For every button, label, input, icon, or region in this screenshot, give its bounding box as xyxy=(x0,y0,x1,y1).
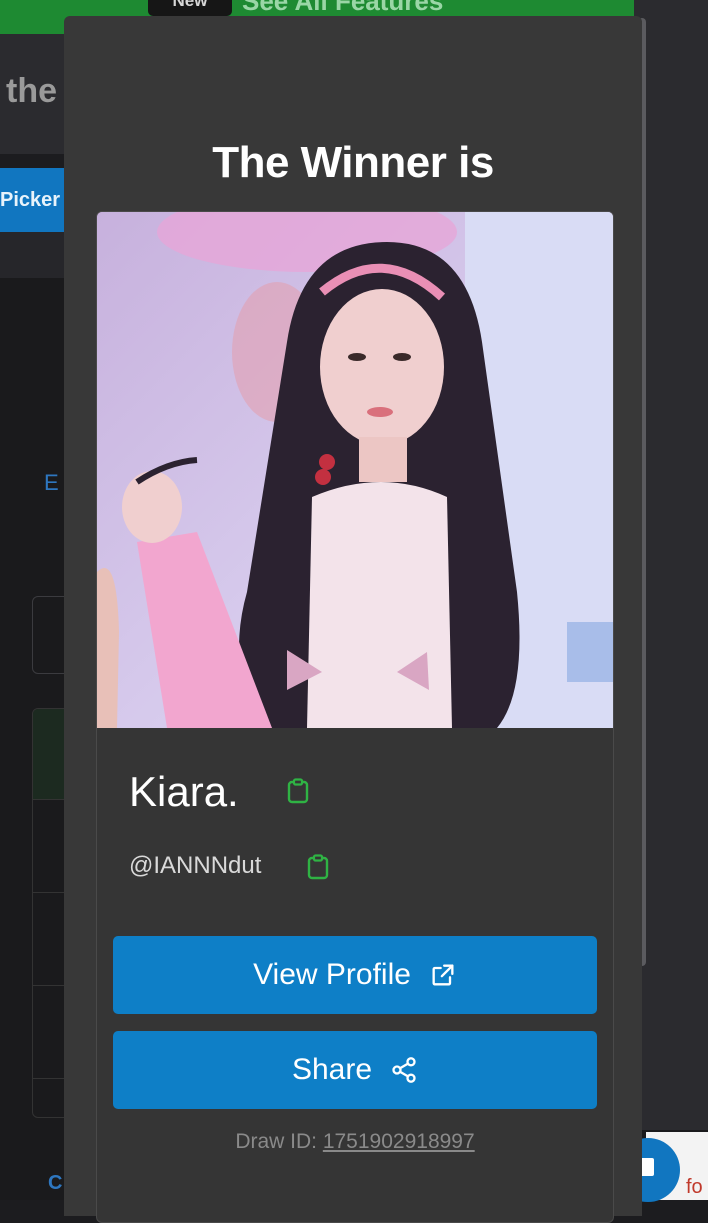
ad-text: fo xyxy=(686,1176,703,1198)
winner-card: Kiara. @IANNNdut View Profile Share Draw… xyxy=(96,211,614,1223)
share-label: Share xyxy=(291,1053,373,1086)
draw-id: Draw ID: 1751902918997 xyxy=(97,1130,613,1154)
clipboard-icon[interactable] xyxy=(287,778,309,804)
winner-handle: @IANNNdut xyxy=(129,852,262,879)
view-profile-label: View Profile xyxy=(253,958,411,991)
share-icon xyxy=(392,1057,416,1083)
banner-text[interactable]: See All Features xyxy=(242,0,443,17)
page-title-fragment: the xyxy=(6,72,57,110)
winner-name: Kiara. xyxy=(129,768,239,815)
modal-title: The Winner is xyxy=(212,138,494,187)
new-badge: New xyxy=(148,0,232,16)
winner-modal: The Winner is Kiara. @IANNNdut View Prof… xyxy=(64,16,642,1223)
tab-picker[interactable]: Picker xyxy=(0,168,70,232)
background-bottom-link[interactable]: C xyxy=(48,1172,62,1195)
draw-id-link[interactable]: 1751902918997 xyxy=(323,1130,475,1153)
view-profile-button[interactable]: View Profile xyxy=(113,936,597,1014)
share-button[interactable]: Share xyxy=(113,1031,597,1109)
external-link-icon xyxy=(432,964,454,986)
winner-avatar xyxy=(97,212,613,728)
background-link[interactable]: E xyxy=(44,470,59,496)
clipboard-icon[interactable] xyxy=(307,854,329,880)
draw-id-label: Draw ID: xyxy=(235,1130,323,1153)
